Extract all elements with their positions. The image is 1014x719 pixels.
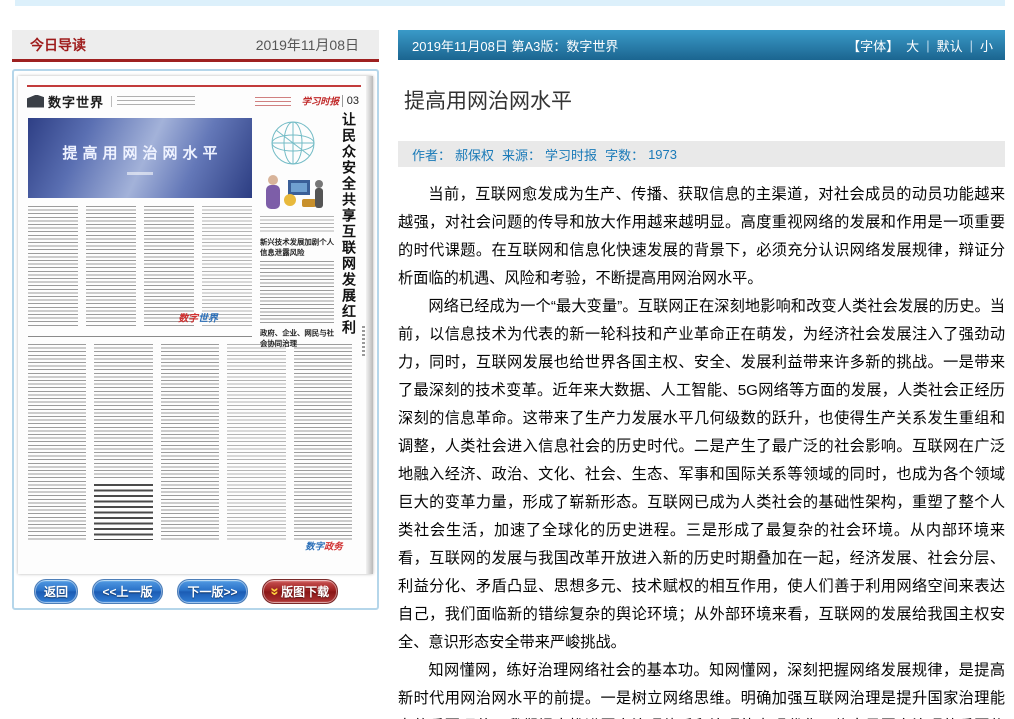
thumbnail-toolbar: 返回 <<上一版 下一版>> » 版图下载 xyxy=(18,579,373,604)
globe-icon xyxy=(260,118,326,170)
sim-text-column xyxy=(294,344,352,540)
reader-page: 今日导读 2019年11月08日 数字世界 学习时报 03 提高用网治网水平 xyxy=(0,0,1014,719)
sim-text-column xyxy=(161,344,219,540)
paper-edge-shadow xyxy=(366,76,373,574)
masthead-fineprint xyxy=(111,96,195,107)
page-number: 03 xyxy=(342,95,359,107)
sim-text-column xyxy=(227,344,285,540)
sim-text-column xyxy=(202,206,252,326)
sim-text-column xyxy=(86,206,136,326)
people-illustration xyxy=(260,172,332,212)
right-feature-column: 新兴技术发展加剧个人信息泄露风险 政府、企业、网民与社会协同治理 xyxy=(260,118,334,356)
sim-text-column xyxy=(28,206,78,326)
subheadline-tech: 新兴技术发展加剧个人信息泄露风险 xyxy=(260,238,334,258)
sim-text-column xyxy=(28,344,86,540)
banner-headline: 提高用网治网水平 xyxy=(57,142,222,163)
page-thumbnail-box: 数字世界 学习时报 03 提高用网治网水平 xyxy=(12,69,379,610)
vertical-byline xyxy=(362,326,365,356)
wordcount-value: 1973 xyxy=(648,147,677,162)
author-label: 作者： xyxy=(412,145,451,164)
issue-bar: 2019年11月08日 第A3版：数字世界 【字体】 大 | 默认 | 小 xyxy=(398,30,1005,60)
source-value: 学习时报 xyxy=(545,145,597,164)
prev-page-button[interactable]: <<上一版 xyxy=(92,579,163,604)
download-button-label: 版图下载 xyxy=(281,583,329,600)
article-title: 提高用网治网水平 xyxy=(404,85,1005,115)
issue-info: 2019年11月08日 第A3版：数字世界 xyxy=(412,36,618,55)
paper-name-logo: 学习时报 xyxy=(301,94,338,108)
digital-gov-logo: 数字政务 xyxy=(305,539,342,553)
article-paragraph: 当前，互联网愈发成为生产、传播、获取信息的主渠道，对社会成员的动员功能越来越强，… xyxy=(398,181,1005,293)
sim-text-column xyxy=(144,206,194,326)
masthead-rule xyxy=(27,85,361,87)
sim-text-block xyxy=(260,216,334,232)
text-columns-bottom xyxy=(28,344,352,540)
section-divider xyxy=(28,336,252,337)
sim-text-column xyxy=(94,344,152,540)
article-meta: 作者： 郝保权 来源： 学习时报 字数： 1973 xyxy=(398,141,1005,167)
font-size-controls: 【字体】 大 | 默认 | 小 xyxy=(847,36,993,55)
masthead-date-fineprint xyxy=(255,97,291,106)
download-page-button[interactable]: » 版图下载 xyxy=(262,579,338,604)
download-chevron-icon: » xyxy=(267,587,282,595)
font-size-small[interactable]: 小 xyxy=(980,36,993,55)
subheadline-gov: 政府、企业、网民与社会协同治理 xyxy=(260,329,334,349)
next-page-button[interactable]: 下一版>> xyxy=(177,579,248,604)
today-guide-date: 2019年11月08日 xyxy=(256,35,359,55)
newspaper-thumbnail[interactable]: 数字世界 学习时报 03 提高用网治网水平 xyxy=(18,76,373,574)
text-columns-top xyxy=(28,206,252,326)
lead-article-banner: 提高用网治网水平 xyxy=(28,118,252,198)
today-guide-title: 今日导读 xyxy=(30,35,86,55)
masthead-logo-icon xyxy=(27,95,44,108)
today-guide-header: 今日导读 2019年11月08日 xyxy=(12,30,379,62)
font-size-large[interactable]: 大 xyxy=(906,36,919,55)
sim-text-block xyxy=(260,261,334,323)
masthead-section-title: 数字世界 xyxy=(48,92,104,111)
top-strip xyxy=(15,0,1005,6)
author-value: 郝保权 xyxy=(455,145,494,164)
separator: | xyxy=(926,38,929,53)
source-label: 来源： xyxy=(502,145,541,164)
newspaper-masthead: 数字世界 学习时报 03 xyxy=(27,90,359,112)
article-panel: 2019年11月08日 第A3版：数字世界 【字体】 大 | 默认 | 小 提高… xyxy=(398,30,1005,719)
left-panel: 今日导读 2019年11月08日 数字世界 学习时报 03 提高用网治网水平 xyxy=(12,30,379,610)
vertical-headline: 让民众安全共享互联网发展红利 xyxy=(337,112,357,344)
banner-byline xyxy=(127,172,153,175)
article-paragraph: 知网懂网，练好治理网络社会的基本功。知网懂网，深刻把握网络发展规律，是提高新时代… xyxy=(398,657,1005,719)
article-paragraph: 网络已经成为一个“最大变量”。互联网正在深刻地影响和改变人类社会发展的历史。当前… xyxy=(398,293,1005,657)
digital-world-logo: 数字世界 xyxy=(178,311,218,325)
font-size-label: 【字体】 xyxy=(847,36,899,55)
article-body: 当前，互联网愈发成为生产、传播、获取信息的主渠道，对社会成员的动员功能越来越强，… xyxy=(398,181,1005,719)
separator: | xyxy=(970,38,973,53)
font-size-default[interactable]: 默认 xyxy=(937,36,963,55)
sim-bold-subhead xyxy=(94,484,152,540)
wordcount-label: 字数： xyxy=(605,145,644,164)
back-button[interactable]: 返回 xyxy=(34,579,78,604)
